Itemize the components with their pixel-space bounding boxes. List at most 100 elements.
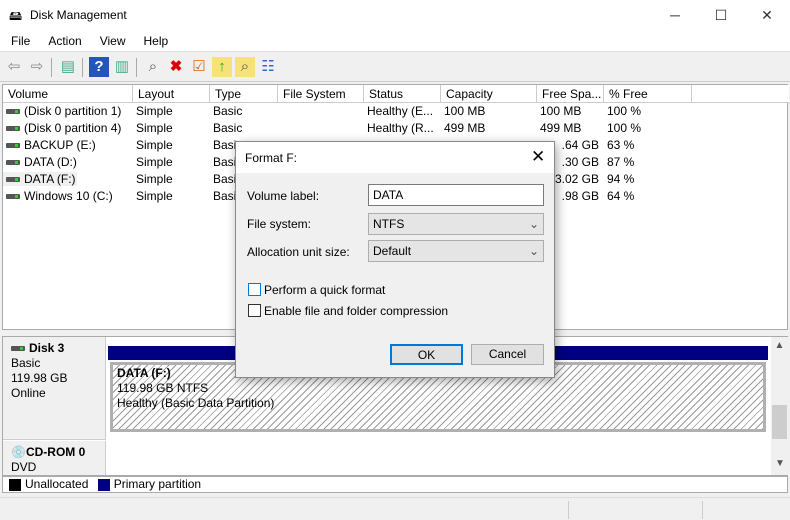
cell-volume: BACKUP (E:) — [3, 138, 133, 152]
ok-button[interactable]: OK — [390, 344, 463, 365]
cell-type: Basic — [210, 121, 278, 135]
table-row[interactable]: (Disk 0 partition 1) Simple Basic Healthy (… — [3, 104, 789, 121]
volume-label-label: Volume label: — [247, 189, 320, 203]
menu-view[interactable]: View — [89, 30, 133, 48]
file-system-value: NTFS — [373, 217, 405, 231]
primary-swatch — [97, 478, 110, 491]
column-capacity[interactable]: Capacity — [441, 85, 537, 103]
compression-label[interactable]: Enable file and folder compression — [264, 304, 448, 318]
cell-layout: Simple — [133, 172, 210, 186]
quick-format-checkbox[interactable] — [248, 283, 261, 296]
layout-text: Simple — [136, 138, 173, 152]
column-percent-free[interactable]: % Free — [604, 85, 692, 103]
partition-status: Healthy (Basic Data Partition) — [117, 396, 275, 410]
close-button[interactable]: ✕ — [744, 0, 790, 30]
file-system-select[interactable]: NTFS ⌄ — [368, 213, 544, 235]
cell-volume: (Disk 0 partition 1) — [3, 104, 133, 118]
free-text: 100 MB — [540, 104, 582, 118]
cdrom-kind: DVD — [11, 460, 37, 474]
free-text: 499 MB — [540, 121, 582, 135]
cell-capacity: 499 MB — [441, 121, 537, 135]
column-volume[interactable]: Volume — [3, 85, 133, 103]
cancel-button[interactable]: Cancel — [471, 344, 544, 365]
dialog-title-bar: Format F: ✕ — [236, 142, 554, 173]
menu-help[interactable]: Help — [133, 30, 176, 48]
column-file-system[interactable]: File System — [278, 85, 364, 103]
status-text: Healthy (R... — [367, 121, 434, 135]
menu-file[interactable]: File — [0, 30, 37, 48]
volume-text: BACKUP (E:) — [24, 138, 96, 152]
volume-text: DATA (D:) — [24, 155, 77, 169]
free-text: 3.02 GB — [554, 172, 599, 186]
cell-pct: 100 % — [604, 104, 692, 118]
pct-text: 94 % — [607, 172, 635, 186]
help-icon[interactable]: ? — [89, 57, 109, 77]
menu-action[interactable]: Action — [37, 30, 88, 48]
export-icon[interactable]: ↑ — [212, 57, 232, 77]
column-type[interactable]: Type — [210, 85, 278, 103]
disk-3-label[interactable]: Disk 3 Basic 119.98 GB Online — [3, 337, 106, 440]
layout-text: Simple — [136, 172, 173, 186]
scroll-up-icon[interactable]: ▲ — [771, 340, 788, 351]
volume-text: DATA (F:) — [24, 172, 76, 186]
vertical-scrollbar[interactable]: ▲ ▼ — [771, 337, 788, 475]
status-divider — [568, 501, 569, 519]
quick-format-label[interactable]: Perform a quick format — [264, 283, 385, 297]
drive-icon — [6, 109, 20, 115]
menu-bar: File Action View Help — [0, 30, 790, 52]
maximize-button[interactable]: ☐ — [698, 0, 744, 30]
action-pane-icon[interactable]: ▥ — [112, 57, 132, 77]
format-dialog: Format F: ✕ Volume label: DATA File syst… — [235, 141, 555, 378]
allocation-unit-label: Allocation unit size: — [247, 245, 350, 259]
column-filler — [692, 85, 789, 103]
drive-icon — [6, 194, 20, 200]
back-icon[interactable]: ⇦ — [4, 57, 24, 77]
column-free-space[interactable]: Free Spa... — [537, 85, 604, 103]
allocation-unit-value: Default — [373, 244, 412, 258]
allocation-unit-select[interactable]: Default ⌄ — [368, 240, 544, 262]
delete-icon[interactable]: ✖ — [166, 57, 186, 77]
cell-layout: Simple — [133, 189, 210, 203]
compression-checkbox[interactable] — [248, 304, 261, 317]
minimize-button[interactable]: ─ — [652, 0, 698, 30]
dialog-close-button[interactable]: ✕ — [531, 147, 545, 167]
chevron-down-icon: ⌄ — [528, 217, 539, 231]
cell-pct: 100 % — [604, 121, 692, 135]
cell-layout: Simple — [133, 138, 210, 152]
cell-capacity: 100 MB — [441, 104, 537, 118]
dialog-title: Format F: — [245, 151, 298, 165]
scroll-down-icon[interactable]: ▼ — [775, 458, 785, 469]
cell-layout: Simple — [133, 155, 210, 169]
volume-label-input[interactable]: DATA — [368, 184, 544, 206]
disk-state: Online — [11, 386, 46, 400]
layout-text: Simple — [136, 155, 173, 169]
cell-pct: 94 % — [604, 172, 692, 186]
properties-icon[interactable]: ☑ — [189, 57, 209, 77]
forward-icon[interactable]: ⇨ — [27, 57, 47, 77]
legend-unallocated: Unallocated — [25, 477, 89, 491]
pct-text: 64 % — [607, 189, 635, 203]
app-icon: 🖴 — [9, 8, 23, 23]
console-tree-icon[interactable]: ▤ — [58, 57, 78, 77]
column-layout[interactable]: Layout — [133, 85, 210, 103]
disk-kind: Basic — [11, 356, 41, 370]
separator — [136, 58, 137, 77]
cell-volume: (Disk 0 partition 4) — [3, 121, 133, 135]
table-row[interactable]: (Disk 0 partition 4) Simple Basic Healthy (… — [3, 121, 789, 138]
legend-primary: Primary partition — [113, 477, 202, 491]
scroll-thumb[interactable] — [772, 405, 787, 439]
free-text: .30 GB — [561, 155, 599, 169]
search-icon[interactable]: ⌕ — [235, 57, 255, 77]
checklist-icon[interactable]: ☷ — [258, 57, 278, 77]
cell-status: Healthy (E... — [364, 104, 441, 118]
disk-icon — [11, 346, 25, 352]
connect-icon[interactable]: ⌕ — [143, 57, 163, 77]
cell-pct: 63 % — [604, 138, 692, 152]
cdrom-label[interactable]: 💿CD-ROM 0 DVD — [3, 441, 106, 475]
legend: Unallocated Primary partition — [2, 476, 788, 493]
layout-text: Simple — [136, 189, 173, 203]
column-status[interactable]: Status — [364, 85, 441, 103]
drive-icon — [6, 126, 20, 132]
free-text: .64 GB — [561, 138, 599, 152]
toolbar: ⇦ ⇨ ▤ ? ▥ ⌕ ✖ ☑ ↑ ⌕ ☷ — [0, 53, 790, 82]
